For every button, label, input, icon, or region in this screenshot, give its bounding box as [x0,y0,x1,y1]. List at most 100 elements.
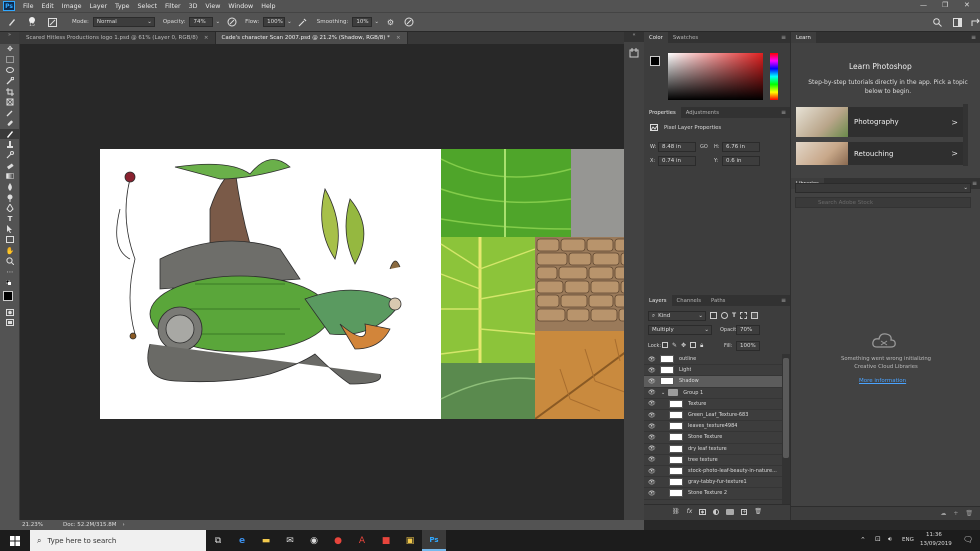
panel-menu-icon[interactable]: ≡ [971,34,976,41]
gradient-tool-icon[interactable] [0,171,20,182]
type-tool-icon[interactable]: T [0,214,20,225]
filter-shape-icon[interactable] [740,312,748,319]
chevron-down-icon[interactable]: ⌄ [287,19,292,25]
brush-tool-active-icon[interactable] [0,128,20,140]
tab-layers[interactable]: Layers [644,295,672,306]
scrollbar-thumb[interactable] [783,358,789,458]
layer-group-row[interactable]: 👁︎ ⌄ Group 1 [644,388,784,399]
smoothing-input[interactable]: 10% [352,17,373,27]
photoshop-taskbar-icon[interactable]: Ps [422,530,446,551]
visibility-eye-icon[interactable]: 👁︎ [648,412,657,419]
color-picker-field[interactable] [668,53,763,100]
panel-menu-icon[interactable]: ≡ [781,297,786,304]
foreground-color-swatch[interactable] [3,291,13,302]
marquee-tool-icon[interactable] [0,55,20,66]
mail-icon[interactable]: ✉ [278,530,302,551]
chevron-down-icon[interactable]: ⌄ [215,19,220,25]
history-panel-icon[interactable] [628,46,640,60]
windows-start-icon[interactable] [0,530,30,551]
task-view-icon[interactable]: ⧉ [206,530,230,551]
network-icon[interactable]: ⊡ [875,535,881,543]
layer-filter-kind[interactable]: ⌕ Kind ⌄ [648,311,706,321]
brush-settings-icon[interactable] [47,17,58,28]
y-input[interactable]: 0.6 in [722,156,760,166]
tab-adjustments[interactable]: Adjustments [681,107,724,118]
tab-color[interactable]: Color [644,32,668,43]
tab-document-logo[interactable]: Scared Hitless Productions logo 1.psd @ … [20,32,216,44]
taskbar-search-input[interactable]: Type here to search [47,537,116,545]
pressure-size-icon[interactable] [404,17,415,28]
visibility-eye-icon[interactable]: 👁︎ [648,400,657,407]
path-selection-tool-icon[interactable] [0,224,20,235]
mask-icon[interactable] [699,508,707,515]
toolbar-grip[interactable]: » [0,32,19,44]
adjustment-icon[interactable] [713,508,720,515]
file-explorer-icon[interactable]: ▬ [254,530,278,551]
trash-icon[interactable]: 🗑︎ [754,508,762,515]
brush-preset-picker[interactable]: 15 [23,16,41,28]
menu-window[interactable]: Window [228,3,253,10]
tray-up-icon[interactable]: ⌃ [860,536,866,544]
topic-photography[interactable]: Photography > [796,107,966,137]
visibility-eye-icon[interactable]: 👁︎ [648,490,657,497]
screen-mode-icon[interactable] [0,318,20,329]
maximize-button[interactable]: ❐ [942,1,948,9]
layer-row[interactable]: 👁︎ Light [644,365,784,377]
color-swatches[interactable] [0,289,20,307]
visibility-eye-icon[interactable]: 👁︎ [648,378,657,385]
visibility-eye-icon[interactable]: 👁︎ [648,434,657,441]
panel-menu-icon[interactable]: ≡ [781,109,786,116]
tab-properties[interactable]: Properties [644,107,681,118]
tab-document-character[interactable]: Cade's character Scan 2007.psd @ 21.2% (… [215,32,408,44]
healing-brush-tool-icon[interactable] [0,118,20,129]
layer-row[interactable]: 👁︎ dry leaf texture [644,444,784,455]
eyedropper-tool-icon[interactable] [0,108,20,119]
layer-row[interactable]: 👁︎ Texture [644,399,784,410]
height-input[interactable]: 6.76 in [722,142,760,152]
filter-adjustment-icon[interactable] [721,312,728,319]
frame-tool-icon[interactable] [0,97,20,108]
layer-row[interactable]: 👁︎ tree texture [644,455,784,466]
hue-slider[interactable] [770,53,778,100]
menu-layer[interactable]: Layer [89,3,107,10]
topic-retouching[interactable]: Retouching > [796,142,966,165]
minimize-button[interactable]: — [920,1,927,9]
move-tool-icon[interactable]: ✥ [0,44,20,55]
zoom-level[interactable]: 21.23% [22,522,43,528]
layer-row[interactable]: 👁︎ outline [644,354,784,366]
layer-row[interactable]: 👁︎ stock-photo-leaf-beauty-in-nature... [644,466,784,478]
eraser-tool-icon[interactable] [0,161,20,172]
menu-view[interactable]: View [205,3,220,10]
gear-icon[interactable]: ⚙ [385,17,396,28]
layer-row[interactable]: 👁︎ leaves_texture4984 [644,421,784,433]
workspace-icon[interactable] [952,17,963,28]
search-icon[interactable] [932,17,943,28]
visibility-eye-icon[interactable]: 👁︎ [648,479,657,486]
new-layer-icon[interactable]: + [741,508,748,515]
clock-date[interactable]: 13/09/2019 [920,541,952,547]
more-tools-icon[interactable]: ⋯ [0,266,20,277]
foreground-color-swatch[interactable] [650,56,660,66]
clone-stamp-tool-icon[interactable] [0,139,20,150]
chevron-down-icon[interactable]: ⌄ [661,390,665,396]
menu-help[interactable]: Help [261,3,275,10]
illustrator-icon[interactable]: ■ [374,530,398,551]
width-input[interactable]: 8.48 in [658,142,696,152]
trash-icon[interactable]: 🗑︎ [965,510,973,517]
clock-time[interactable]: 11:36 [926,532,942,538]
airbrush-icon[interactable] [298,17,309,28]
tab-paths[interactable]: Paths [706,295,730,306]
acrobat-icon[interactable]: A [350,530,374,551]
hand-tool-icon[interactable]: ✋ [0,245,20,256]
panel-menu-icon[interactable]: ≡ [972,180,977,187]
layer-row[interactable]: 👁︎ Shadow [644,376,784,388]
menu-file[interactable]: File [23,3,34,10]
learn-scrollbar[interactable] [963,104,968,166]
visibility-eye-icon[interactable]: 👁︎ [648,356,657,363]
taskbar-search[interactable]: ⌕ Type here to search [30,530,206,551]
flow-input[interactable]: 100% [263,17,286,27]
menu-edit[interactable]: Edit [42,3,54,10]
crop-tool-icon[interactable] [0,86,20,97]
visibility-eye-icon[interactable]: 👁︎ [648,423,657,430]
more-information-link[interactable]: More information [859,378,906,384]
